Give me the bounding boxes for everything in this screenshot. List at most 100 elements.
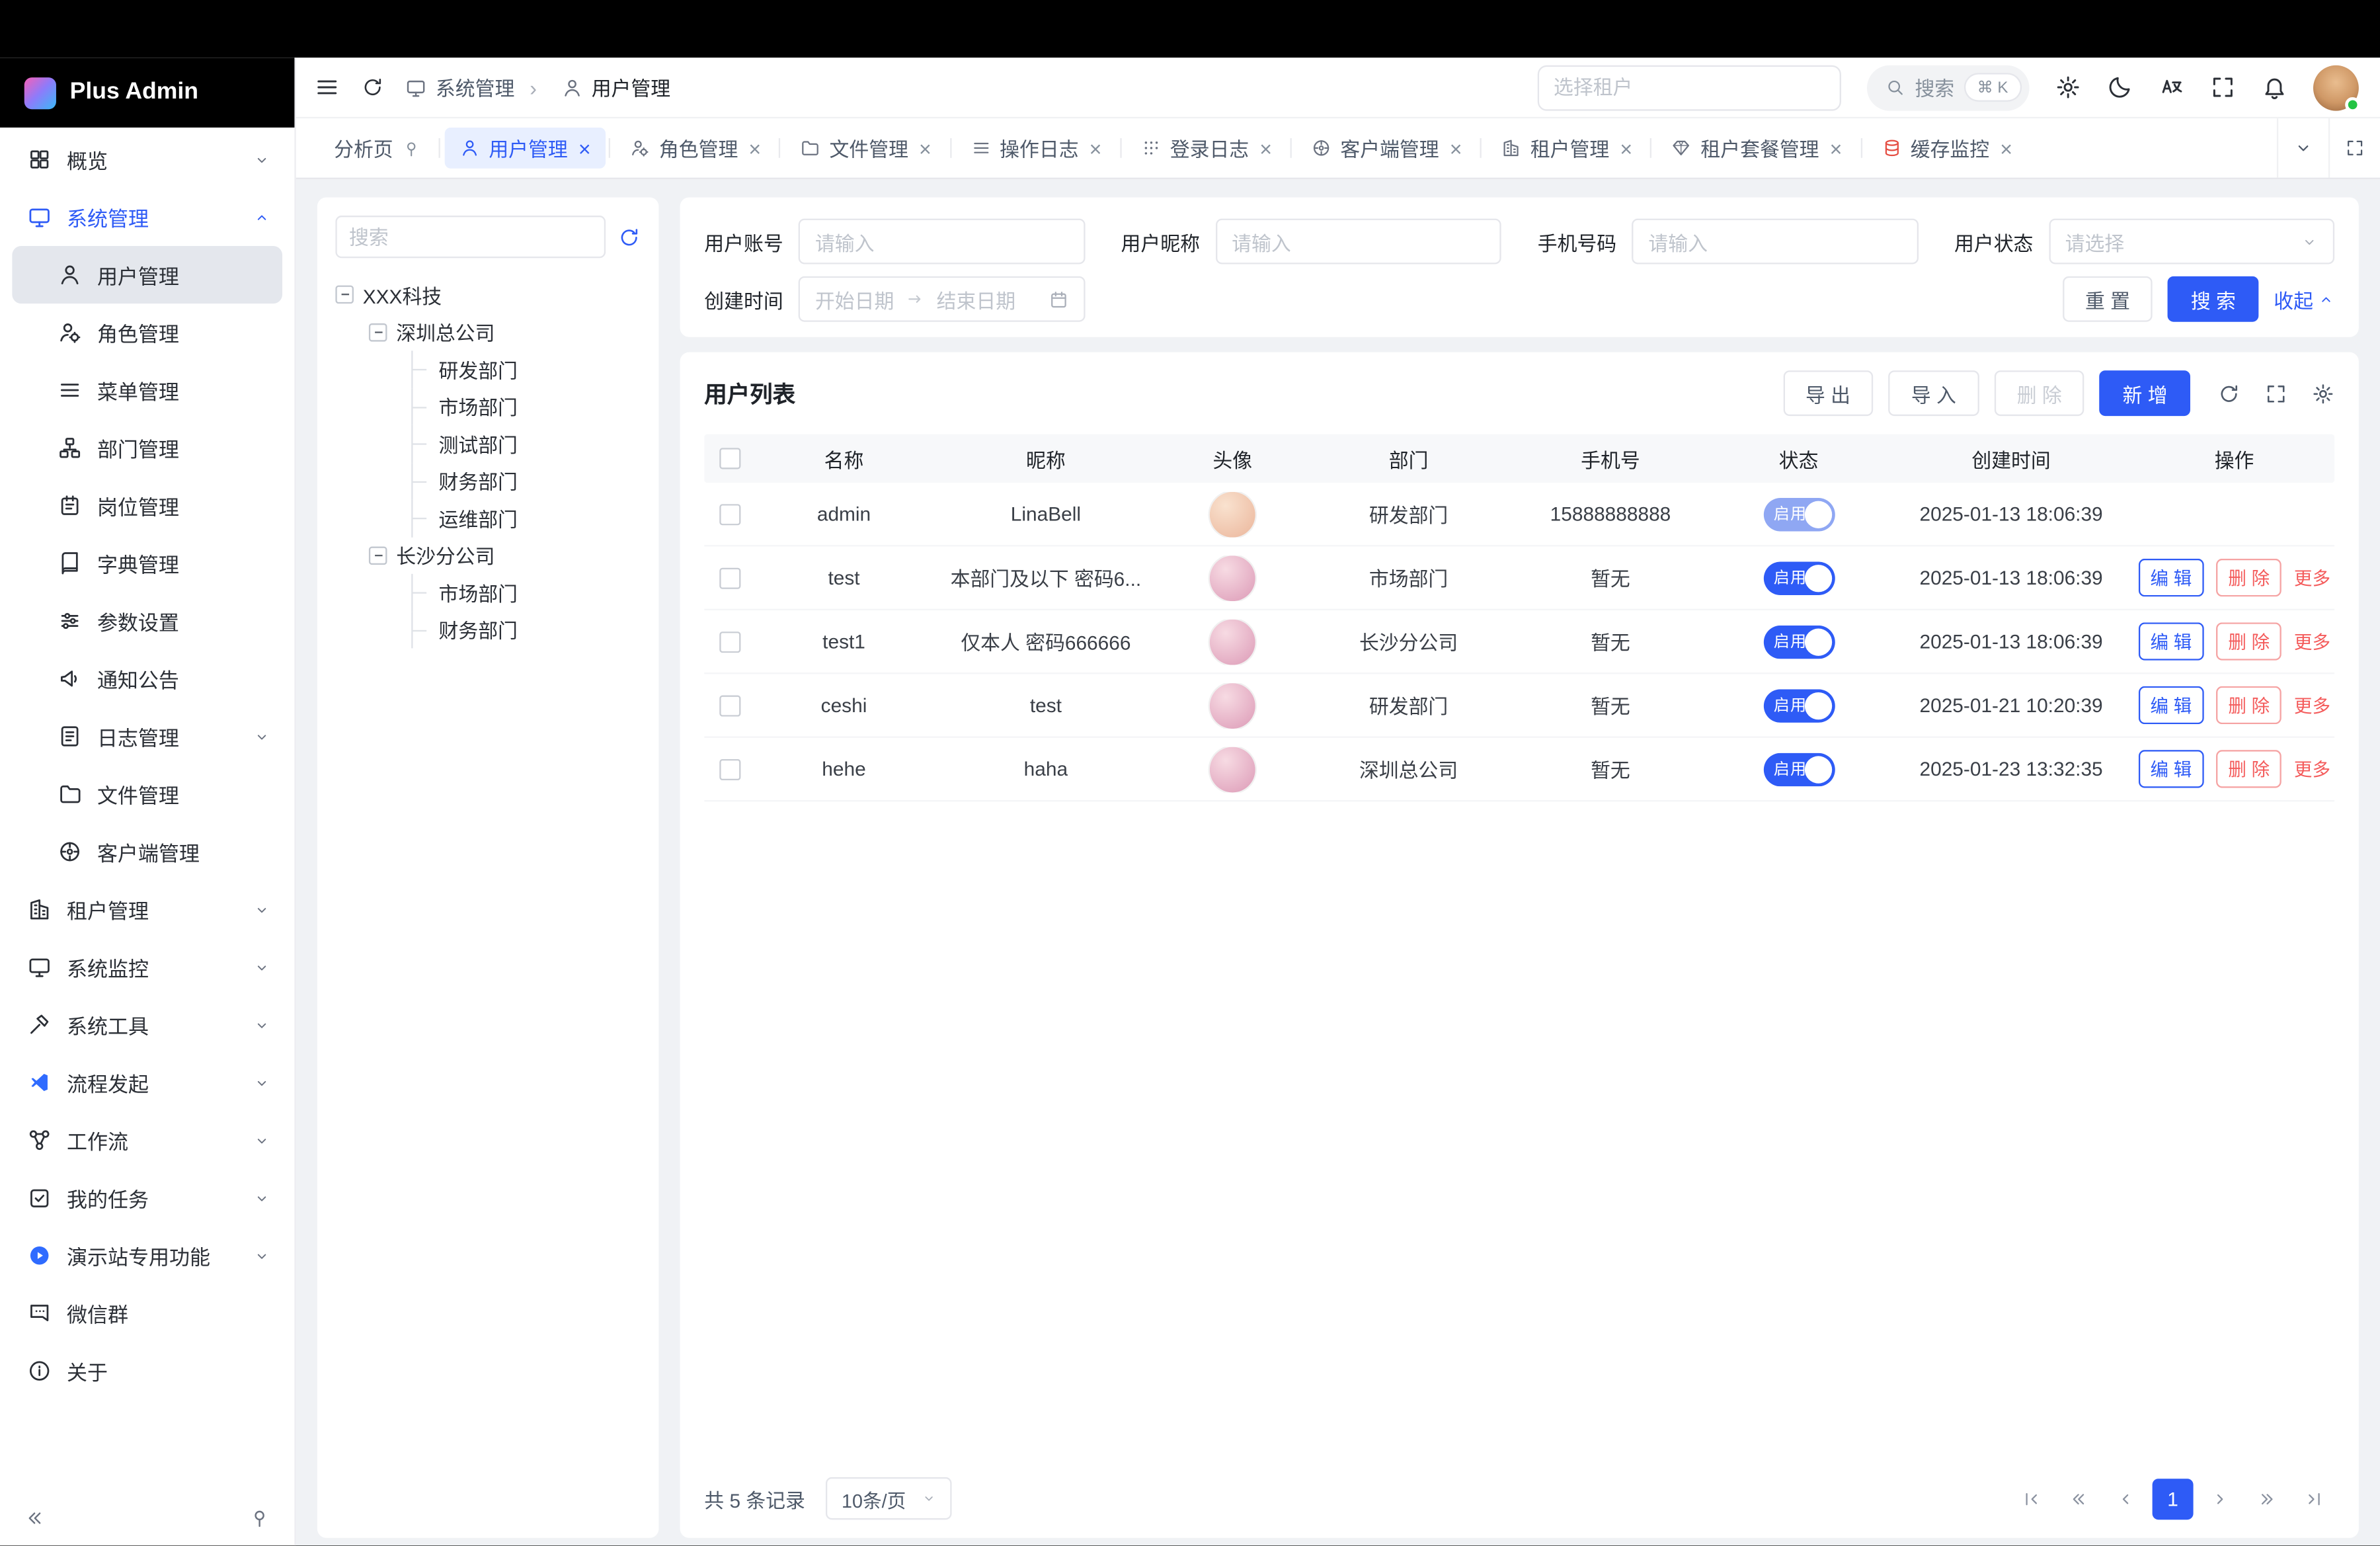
prev-page-button[interactable] xyxy=(2105,1479,2146,1520)
close-tab-icon[interactable]: × xyxy=(1620,138,1632,159)
dept-search-input[interactable] xyxy=(335,216,606,258)
more-button[interactable]: 更多 xyxy=(2294,629,2330,655)
global-search[interactable]: 搜索 ⌘ K xyxy=(1866,65,2030,110)
close-tab-icon[interactable]: × xyxy=(1830,138,1843,159)
current-page-button[interactable]: 1 xyxy=(2153,1479,2194,1520)
sidebar-item[interactable]: 概览 xyxy=(12,130,282,188)
back-pages-button[interactable] xyxy=(2058,1479,2099,1520)
table-settings-icon[interactable] xyxy=(2312,382,2334,404)
more-button[interactable]: 更多 xyxy=(2294,692,2330,718)
filter-input[interactable]: 请输入 xyxy=(1215,219,1501,264)
status-toggle[interactable]: 启用 xyxy=(1763,688,1835,722)
collapse-node-icon[interactable] xyxy=(369,323,387,341)
row-delete-button[interactable]: 删 除 xyxy=(2216,559,2282,596)
tab[interactable]: 操作日志 × xyxy=(956,128,1117,169)
tree-node[interactable]: 研发部门 xyxy=(335,350,640,387)
select-all-checkbox[interactable] xyxy=(719,448,740,469)
tree-node[interactable]: 测试部门 xyxy=(335,425,640,462)
tree-node[interactable]: XXX科技 xyxy=(335,276,640,313)
sidebar-item[interactable]: 岗位管理 xyxy=(12,477,282,534)
user-avatar-image[interactable] xyxy=(1210,682,1255,728)
sidebar-item[interactable]: 角色管理 xyxy=(12,304,282,361)
sidebar-item[interactable]: 文件管理 xyxy=(12,765,282,823)
sidebar-item[interactable]: 通知公告 xyxy=(12,650,282,708)
close-tab-icon[interactable]: × xyxy=(578,138,591,159)
close-tab-icon[interactable]: × xyxy=(748,138,761,159)
row-checkbox[interactable] xyxy=(719,758,740,780)
row-checkbox[interactable] xyxy=(719,694,740,715)
reset-button[interactable]: 重 置 xyxy=(2063,276,2153,322)
last-page-button[interactable] xyxy=(2293,1479,2334,1520)
sidebar-item[interactable]: 流程发起 xyxy=(12,1053,282,1111)
first-page-button[interactable] xyxy=(2011,1479,2052,1520)
sidebar-item[interactable]: 参数设置 xyxy=(12,592,282,649)
edit-button[interactable]: 编 辑 xyxy=(2138,622,2204,660)
tab[interactable]: 租户套餐管理 × xyxy=(1657,128,1858,169)
status-toggle[interactable]: 启用 xyxy=(1763,625,1835,659)
tree-node[interactable]: 市场部门 xyxy=(335,388,640,425)
filter-input[interactable]: 请输入 xyxy=(799,219,1085,264)
row-checkbox[interactable] xyxy=(719,503,740,524)
edit-button[interactable]: 编 辑 xyxy=(2138,750,2204,788)
tab[interactable]: 用户管理 × xyxy=(445,128,606,169)
more-button[interactable]: 更多 xyxy=(2294,565,2330,590)
tabs-fullscreen-icon[interactable] xyxy=(2328,118,2380,178)
tab[interactable]: 分析页 xyxy=(319,128,436,169)
delete-button[interactable]: 删 除 xyxy=(1994,370,2084,416)
tenant-select[interactable] xyxy=(1537,65,1841,110)
close-tab-icon[interactable]: × xyxy=(1090,138,1102,159)
table-fullscreen-icon[interactable] xyxy=(2265,382,2287,404)
status-toggle[interactable]: 启用 xyxy=(1763,561,1835,594)
edit-button[interactable]: 编 辑 xyxy=(2138,559,2204,596)
tab[interactable]: 登录日志 × xyxy=(1126,128,1287,169)
pin-icon[interactable] xyxy=(402,139,420,157)
dark-mode-icon[interactable] xyxy=(2107,75,2133,101)
tree-node[interactable]: 财务部门 xyxy=(335,611,640,648)
sidebar-item[interactable]: 关于 xyxy=(12,1342,282,1400)
sidebar-item[interactable]: 菜单管理 xyxy=(12,361,282,419)
tree-node[interactable]: 运维部门 xyxy=(335,499,640,536)
tab[interactable]: 租户管理 × xyxy=(1486,128,1647,169)
search-button[interactable]: 搜 索 xyxy=(2168,276,2258,322)
sidebar-item[interactable]: 系统工具 xyxy=(12,996,282,1053)
forward-pages-button[interactable] xyxy=(2246,1479,2287,1520)
sidebar-item[interactable]: 客户端管理 xyxy=(12,823,282,880)
notifications-icon[interactable] xyxy=(2262,75,2287,101)
user-avatar-image[interactable] xyxy=(1210,746,1255,792)
row-delete-button[interactable]: 删 除 xyxy=(2216,622,2282,660)
row-checkbox[interactable] xyxy=(719,631,740,652)
edit-button[interactable]: 编 辑 xyxy=(2138,686,2204,724)
filter-input[interactable]: 请输入 xyxy=(1632,219,1918,264)
breadcrumb-item[interactable]: 系统管理 xyxy=(405,73,514,102)
hamburger-menu-icon[interactable] xyxy=(314,75,340,101)
user-avatar[interactable] xyxy=(2313,65,2359,110)
close-tab-icon[interactable]: × xyxy=(2000,138,2012,159)
table-refresh-icon[interactable] xyxy=(2217,382,2240,404)
sidebar-item[interactable]: 系统监控 xyxy=(12,938,282,996)
sidebar-item[interactable]: 工作流 xyxy=(12,1112,282,1169)
sidebar-item[interactable]: 用户管理 xyxy=(12,246,282,304)
more-button[interactable]: 更多 xyxy=(2294,756,2330,782)
filter-input[interactable]: 请选择 xyxy=(2048,219,2334,264)
sidebar-item[interactable]: 租户管理 xyxy=(12,881,282,938)
breadcrumb-item[interactable]: 用户管理 xyxy=(514,73,670,102)
tab[interactable]: 客户端管理 × xyxy=(1296,128,1478,169)
user-avatar-image[interactable] xyxy=(1210,555,1255,600)
sidebar-item[interactable]: 系统管理 xyxy=(12,188,282,246)
language-icon[interactable] xyxy=(2159,75,2184,101)
tree-node[interactable]: 市场部门 xyxy=(335,574,640,611)
close-tab-icon[interactable]: × xyxy=(919,138,932,159)
tree-node[interactable]: 长沙分公司 xyxy=(335,537,640,574)
tree-refresh-icon[interactable] xyxy=(617,225,640,248)
pin-sidebar-icon[interactable] xyxy=(249,1508,270,1529)
settings-icon[interactable] xyxy=(2055,75,2081,101)
collapse-node-icon[interactable] xyxy=(369,546,387,565)
import-button[interactable]: 导 入 xyxy=(1888,370,1979,416)
status-toggle[interactable]: 启用 xyxy=(1763,497,1835,531)
fullscreen-icon[interactable] xyxy=(2210,75,2236,101)
sidebar-item[interactable]: 演示站专用功能 xyxy=(12,1227,282,1284)
close-tab-icon[interactable]: × xyxy=(1259,138,1272,159)
collapse-filters-link[interactable]: 收起 xyxy=(2274,284,2334,313)
tab[interactable]: 角色管理 × xyxy=(615,128,776,169)
status-toggle[interactable]: 启用 xyxy=(1763,753,1835,786)
